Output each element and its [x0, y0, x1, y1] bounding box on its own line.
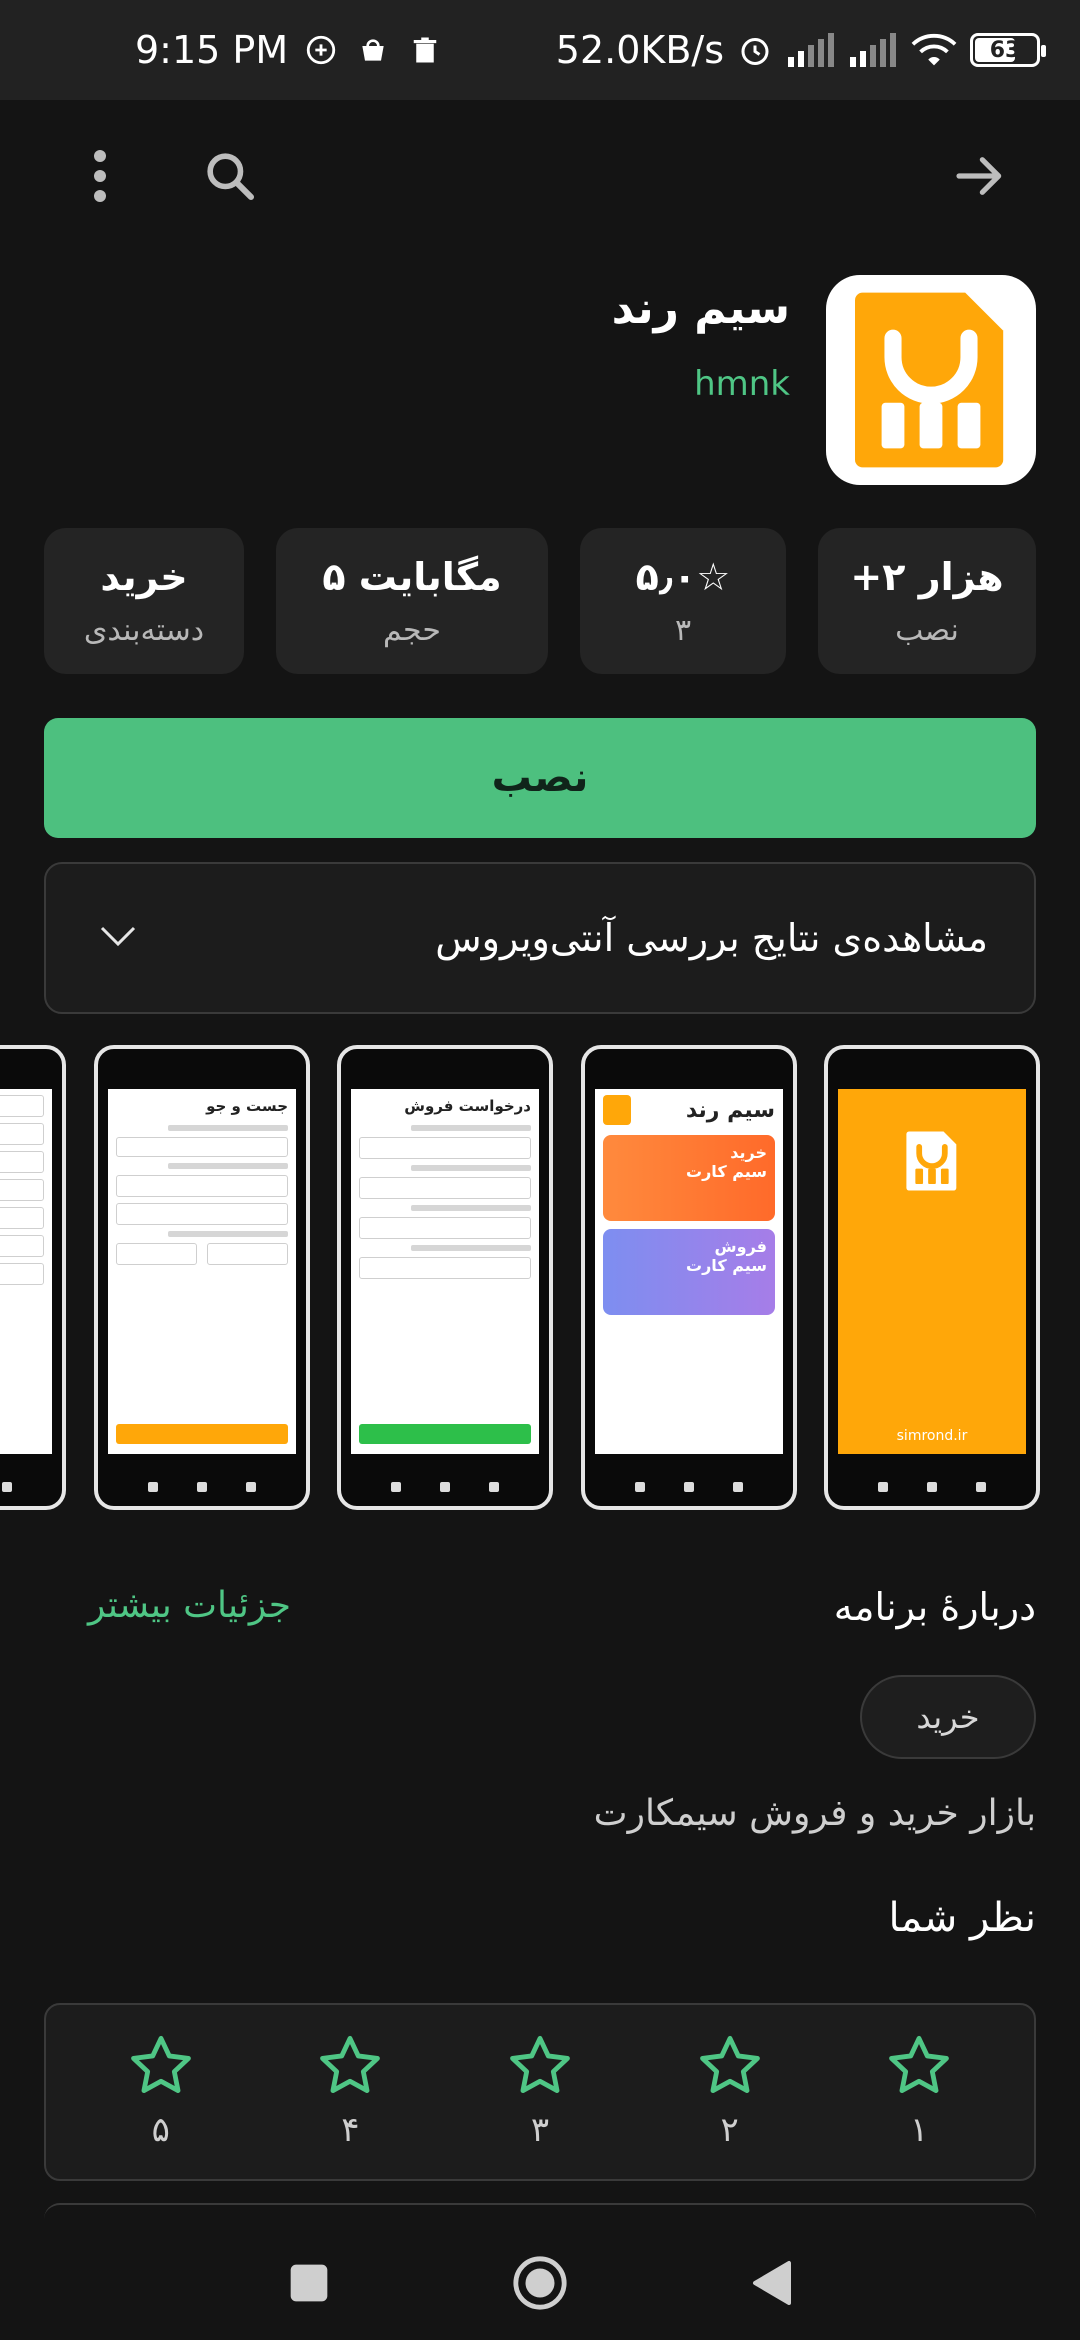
notification-add-icon: [302, 31, 340, 69]
signal-icon: [786, 31, 836, 69]
alarm-icon: [736, 31, 774, 69]
review-title: نظر شما: [888, 1895, 1036, 1941]
star-outline-icon: [130, 2035, 191, 2093]
star-3[interactable]: ۳: [508, 2034, 572, 2150]
star-outline-icon: [889, 2035, 950, 2093]
category-tag[interactable]: خرید: [860, 1675, 1036, 1759]
stat-category[interactable]: خرید دسته‌بندی: [44, 528, 244, 674]
system-nav-bar: [0, 2230, 1080, 2340]
battery-icon: 63: [970, 33, 1046, 67]
star-outline-icon: [510, 2035, 570, 2093]
recents-icon[interactable]: [287, 2261, 331, 2309]
trash-icon: [406, 31, 444, 69]
star-outline-icon: [320, 2035, 381, 2093]
app-stats: +۲ هزار نصب ۵٫۰☆ ۳ ۵ مگابایت حجم خرید دس…: [44, 528, 1036, 674]
stat-installs: +۲ هزار نصب: [818, 528, 1036, 674]
stat-size: ۵ مگابایت حجم: [276, 528, 548, 674]
app-description: بازار خرید و فروش سیمکارت: [593, 1793, 1036, 1834]
antivirus-results-toggle[interactable]: مشاهده‌ی نتایج بررسی آنتی‌ویروس: [44, 862, 1036, 1014]
app-header: سیم رند hmnk: [612, 275, 1036, 485]
antivirus-label: مشاهده‌ی نتایج بررسی آنتی‌ویروس: [435, 916, 988, 960]
star-4[interactable]: ۴: [318, 2034, 382, 2150]
more-vertical-icon[interactable]: [60, 136, 140, 216]
signal-icon-2: [848, 31, 898, 69]
star-outline-icon: [699, 2035, 760, 2093]
wifi-icon: [910, 31, 958, 69]
screenshot-2[interactable]: سیم رند خرید سیم کارت فروش سیم کارت: [581, 1045, 797, 1510]
app-toolbar: [0, 100, 1080, 252]
screenshot-4[interactable]: درخواست فروش: [337, 1045, 553, 1510]
screenshot-5[interactable]: جست و جو: [94, 1045, 310, 1510]
screenshot-1[interactable]: simrond.ir: [824, 1045, 1040, 1510]
more-details-link[interactable]: جزئیات بیشتر: [88, 1585, 291, 1626]
star-2[interactable]: ۲: [698, 2034, 762, 2150]
rating-input: ۱ ۲ ۳ ۴ ۵: [44, 2003, 1036, 2181]
net-speed: 52.0KB/s: [555, 28, 724, 72]
app-title: سیم رند: [611, 283, 790, 334]
star-5[interactable]: ۵: [129, 2034, 193, 2150]
search-icon[interactable]: [190, 136, 270, 216]
star-1[interactable]: ۱: [887, 2034, 951, 2150]
screenshot-carousel[interactable]: جست و جو درخواست فروش سیم رند خرید سیم ک…: [0, 1045, 1080, 1510]
developer-link[interactable]: hmnk: [612, 364, 790, 404]
about-title: دربارهٔ برنامه: [833, 1585, 1036, 1629]
stat-rating: ۵٫۰☆ ۳: [580, 528, 786, 674]
status-bar: 9:15 PM 52.0KB/s 63: [0, 0, 1080, 100]
home-icon[interactable]: [511, 2254, 569, 2316]
screenshot-6[interactable]: [0, 1045, 66, 1510]
shopping-bag-icon: [354, 31, 392, 69]
install-button[interactable]: نصب: [44, 718, 1036, 838]
chevron-down-icon: [98, 924, 138, 952]
status-time: 9:15 PM: [135, 28, 289, 72]
back-icon[interactable]: [749, 2258, 793, 2312]
arrow-right-icon[interactable]: [940, 136, 1020, 216]
app-icon: [826, 275, 1036, 485]
